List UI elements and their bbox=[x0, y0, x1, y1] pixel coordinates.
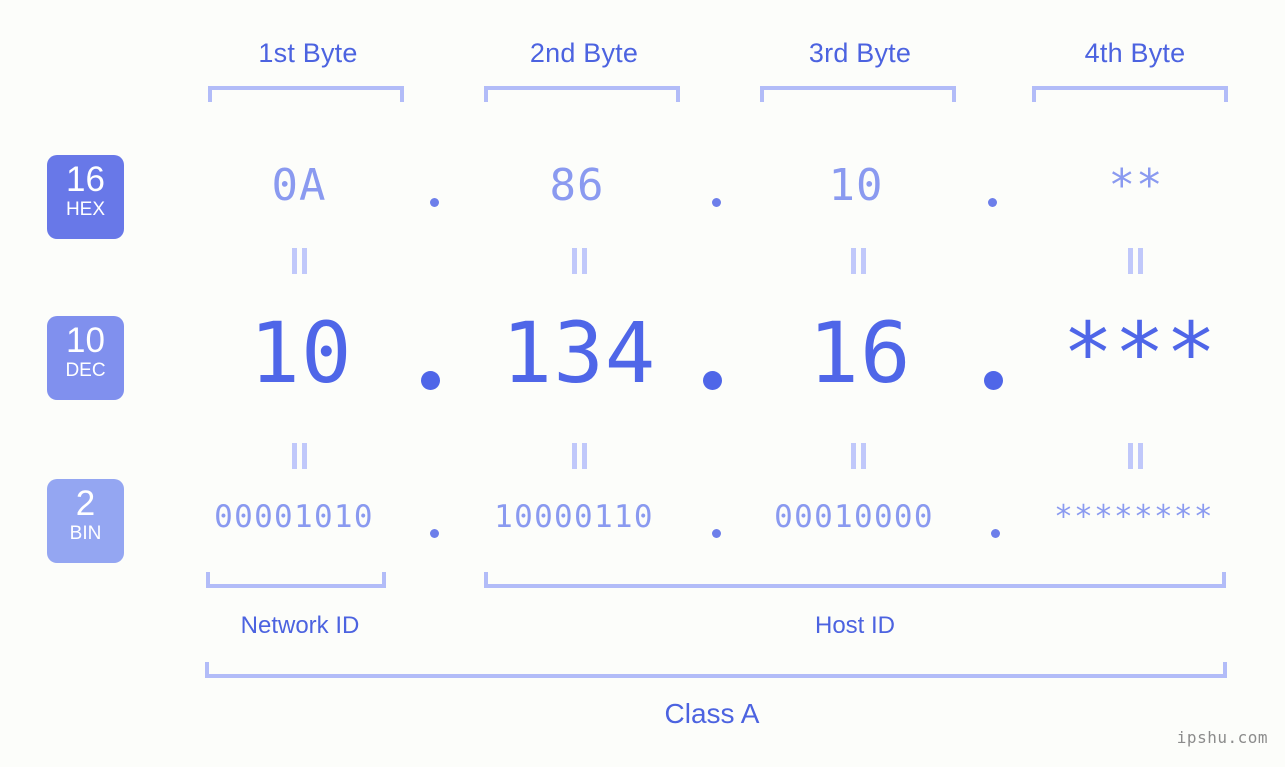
network-id-bracket bbox=[206, 572, 386, 588]
dec-separator-dot-2 bbox=[703, 371, 722, 390]
equals-icon-dec-bin-4 bbox=[1128, 443, 1144, 469]
bin-separator-dot-1 bbox=[430, 529, 439, 538]
watermark: ipshu.com bbox=[1176, 728, 1268, 747]
bin-byte-3: 00010000 bbox=[774, 499, 934, 535]
class-label: Class A bbox=[664, 698, 760, 729]
byte-bracket-1 bbox=[208, 86, 404, 102]
equals-icon-dec-bin-2 bbox=[572, 443, 588, 469]
hex-byte-1: 0A bbox=[271, 160, 327, 211]
hex-byte-3: 10 bbox=[828, 160, 884, 211]
network-id-label: Network ID bbox=[240, 612, 360, 639]
dec-byte-4: *** bbox=[1062, 304, 1218, 402]
radix-badge-hex-number: 16 bbox=[66, 160, 105, 199]
bin-byte-4: ******** bbox=[1054, 499, 1214, 535]
radix-badge-dec-number: 10 bbox=[66, 321, 105, 360]
host-id-bracket bbox=[484, 572, 1226, 588]
equals-icon-dec-bin-1 bbox=[292, 443, 308, 469]
radix-badge-dec-system: DEC bbox=[65, 360, 106, 381]
ip-address-breakdown-diagram: 1st Byte 2nd Byte 3rd Byte 4th Byte 16 H… bbox=[0, 0, 1285, 767]
bin-separator-dot-2 bbox=[712, 529, 721, 538]
dec-separator-dot-1 bbox=[421, 371, 440, 390]
radix-badge-bin-number: 2 bbox=[75, 484, 96, 523]
byte-bracket-4 bbox=[1032, 86, 1228, 102]
dec-byte-3: 16 bbox=[808, 304, 912, 402]
hex-separator-dot-2 bbox=[712, 198, 721, 207]
dec-byte-2: 134 bbox=[501, 304, 657, 402]
class-bracket bbox=[205, 662, 1227, 678]
host-id-label: Host ID bbox=[814, 612, 895, 639]
radix-badge-bin-system: BIN bbox=[69, 523, 102, 544]
dec-separator-dot-3 bbox=[984, 371, 1003, 390]
dec-byte-1: 10 bbox=[249, 304, 353, 402]
byte-bracket-3 bbox=[760, 86, 956, 102]
hex-byte-4: ** bbox=[1108, 160, 1164, 211]
equals-icon-hex-dec-2 bbox=[572, 248, 588, 274]
byte-header-4: 4th Byte bbox=[1084, 38, 1186, 68]
byte-bracket-2 bbox=[484, 86, 680, 102]
radix-badge-hex-system: HEX bbox=[65, 199, 106, 220]
byte-header-2: 2nd Byte bbox=[529, 38, 639, 68]
hex-separator-dot-3 bbox=[988, 198, 997, 207]
radix-badge-bin: 2 BIN bbox=[47, 479, 124, 563]
equals-icon-dec-bin-3 bbox=[851, 443, 867, 469]
byte-header-1: 1st Byte bbox=[258, 38, 358, 68]
equals-icon-hex-dec-1 bbox=[292, 248, 308, 274]
bin-byte-2: 10000110 bbox=[494, 499, 654, 535]
byte-header-3: 3rd Byte bbox=[808, 38, 912, 68]
radix-badge-hex: 16 HEX bbox=[47, 155, 124, 239]
radix-badge-dec: 10 DEC bbox=[47, 316, 124, 400]
bin-separator-dot-3 bbox=[991, 529, 1000, 538]
equals-icon-hex-dec-4 bbox=[1128, 248, 1144, 274]
bin-byte-1: 00001010 bbox=[214, 499, 374, 535]
hex-byte-2: 86 bbox=[549, 160, 605, 211]
hex-separator-dot-1 bbox=[430, 198, 439, 207]
equals-icon-hex-dec-3 bbox=[851, 248, 867, 274]
